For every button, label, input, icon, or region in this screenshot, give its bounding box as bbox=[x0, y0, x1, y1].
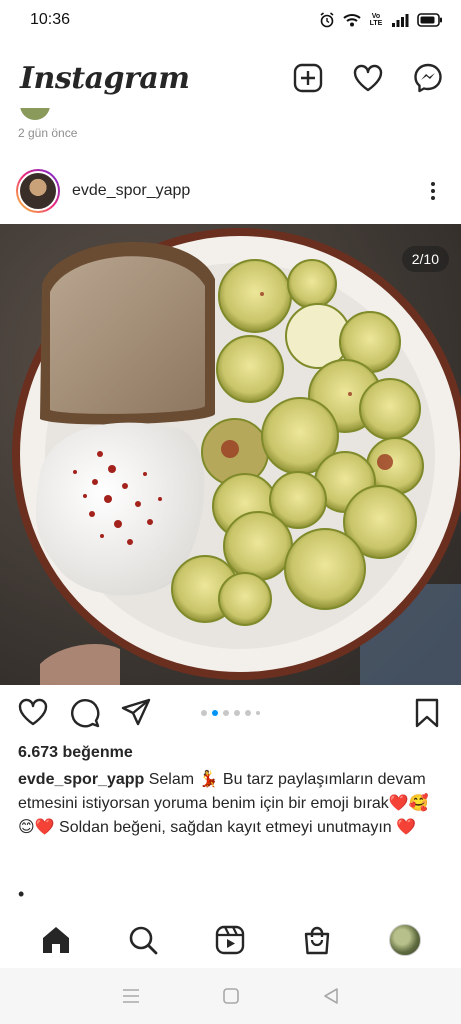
reels-icon[interactable] bbox=[215, 925, 245, 955]
carousel-dot bbox=[234, 710, 240, 716]
post-username[interactable]: evde_spor_yapp bbox=[72, 182, 421, 200]
post-header: evde_spor_yapp bbox=[0, 164, 461, 218]
bread-slice bbox=[40, 241, 215, 425]
battery-icon bbox=[417, 13, 442, 27]
post-caption: evde_spor_yapp Selam 💃 Bu tarz paylaşıml… bbox=[18, 768, 448, 840]
carousel-counter: 2/10 bbox=[401, 246, 449, 272]
carousel-dots bbox=[0, 710, 461, 716]
story-ring[interactable] bbox=[16, 169, 60, 213]
food-photo-illustration bbox=[0, 224, 461, 685]
alarm-icon bbox=[320, 12, 334, 28]
instagram-logo[interactable]: Instagram bbox=[20, 61, 190, 96]
carousel-dot bbox=[245, 710, 251, 716]
carousel-dot bbox=[201, 710, 207, 716]
more-content-dot: • bbox=[18, 884, 25, 904]
previous-post-sliver bbox=[0, 108, 461, 120]
activity-heart-icon[interactable] bbox=[353, 64, 383, 92]
home-icon[interactable] bbox=[41, 925, 71, 955]
carousel-dot-active bbox=[212, 710, 218, 716]
header-actions bbox=[293, 63, 443, 93]
status-bar: 10:36 Vo LTE bbox=[0, 0, 461, 40]
likes-count[interactable]: 6.673 beğenme bbox=[18, 744, 133, 762]
post-image[interactable] bbox=[0, 224, 461, 685]
previous-post-avatar bbox=[20, 108, 50, 120]
messenger-icon[interactable] bbox=[413, 63, 443, 93]
app-header: Instagram bbox=[0, 48, 461, 108]
status-icons: Vo LTE bbox=[319, 12, 443, 28]
home-square-icon[interactable] bbox=[222, 987, 240, 1005]
menu-icon[interactable] bbox=[121, 988, 141, 1004]
bottom-nav bbox=[0, 912, 461, 968]
search-icon[interactable] bbox=[128, 925, 158, 955]
previous-post-timestamp: 2 gün önce bbox=[18, 126, 78, 140]
status-time: 10:36 bbox=[30, 11, 71, 28]
signal-icon bbox=[392, 14, 409, 27]
post-author-avatar bbox=[18, 171, 58, 211]
carousel-dot bbox=[256, 711, 260, 715]
caption-username[interactable]: evde_spor_yapp bbox=[18, 771, 144, 788]
back-icon[interactable] bbox=[322, 987, 340, 1005]
profile-avatar[interactable] bbox=[388, 924, 421, 956]
new-post-icon[interactable] bbox=[293, 63, 323, 93]
system-nav-bar bbox=[0, 968, 461, 1024]
more-options-icon[interactable] bbox=[421, 179, 445, 203]
shop-icon[interactable] bbox=[302, 925, 332, 955]
wifi-icon bbox=[343, 14, 361, 27]
carousel-dot bbox=[223, 710, 229, 716]
volte-label: Vo LTE bbox=[369, 13, 383, 27]
